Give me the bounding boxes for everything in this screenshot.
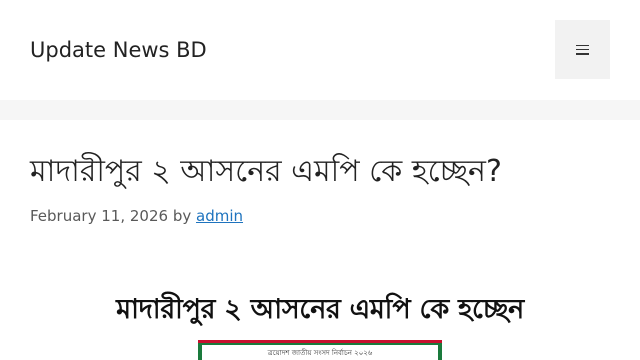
banner-panel: ত্রয়োদশ জাতীয় সংসদ নির্বাচন ২০২৬ <box>202 345 438 360</box>
site-header: Update News BD <box>0 0 640 100</box>
featured-image: মাদারীপুর ২ আসনের এমপি কে হচ্ছেন ত্রয়োদ… <box>0 288 640 360</box>
author-link[interactable]: admin <box>196 207 243 225</box>
hamburger-menu-icon <box>576 44 589 55</box>
by-label: by <box>172 207 192 225</box>
election-banner: ত্রয়োদশ জাতীয় সংসদ নির্বাচন ২০২৬ <box>198 340 442 360</box>
post-date: February 11, 2026 <box>30 207 169 225</box>
post-meta: February 11, 2026 by admin <box>30 206 243 226</box>
featured-image-headline: মাদারীপুর ২ আসনের এমপি কে হচ্ছেন <box>116 294 524 325</box>
header-divider <box>0 100 640 120</box>
site-title[interactable]: Update News BD <box>30 36 207 64</box>
menu-toggle-button[interactable] <box>555 20 610 79</box>
article: মাদারীপুর ২ আসনের এমপি কে হচ্ছেন? Februa… <box>0 120 640 360</box>
banner-text: ত্রয়োদশ জাতীয় সংসদ নির্বাচন ২০২৬ <box>267 349 373 357</box>
article-title: মাদারীপুর ২ আসনের এমপি কে হচ্ছেন? <box>30 154 502 189</box>
